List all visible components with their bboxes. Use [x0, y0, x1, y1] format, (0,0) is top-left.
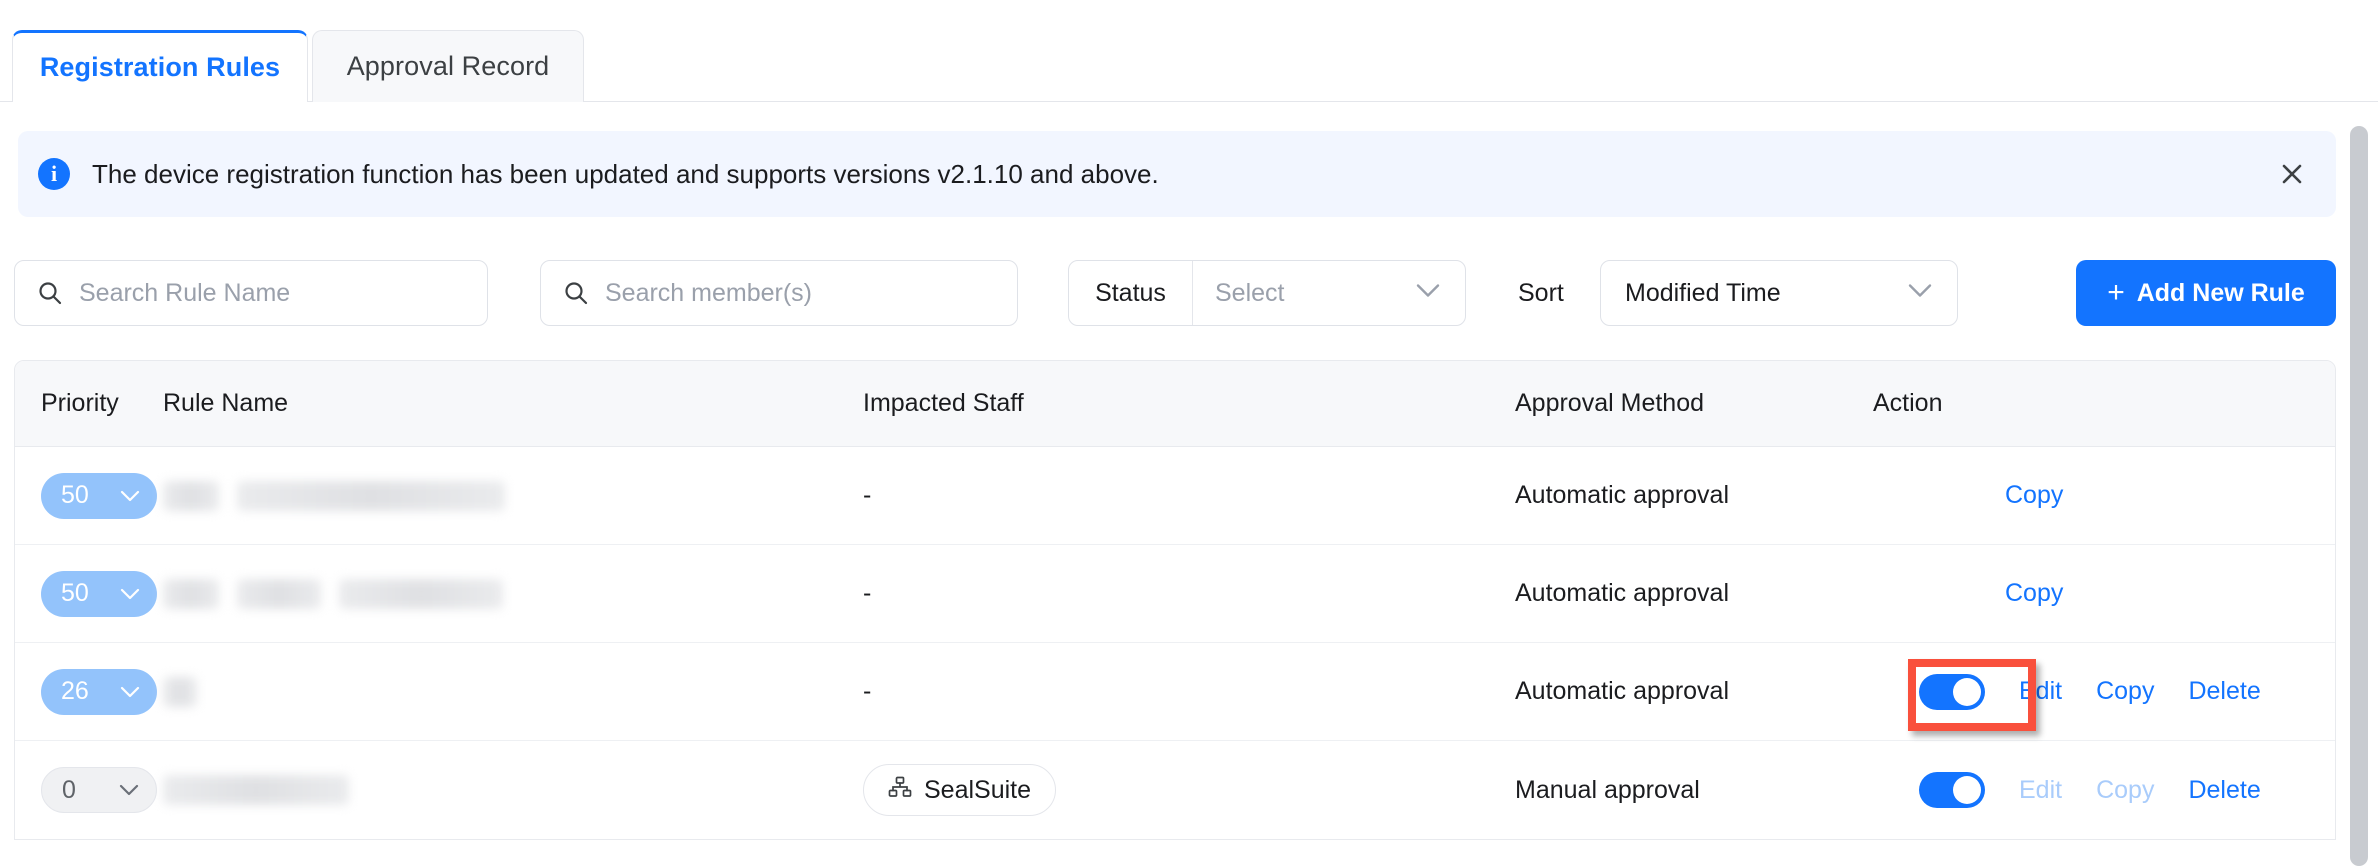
priority-badge[interactable]: 0: [41, 767, 157, 813]
search-member-input[interactable]: Search member(s): [540, 260, 1018, 326]
sort-select[interactable]: Modified Time: [1600, 260, 1958, 326]
rule-name-cell: [163, 676, 863, 707]
rule-name-cell: [163, 480, 863, 511]
rule-name-cell: [163, 775, 863, 805]
impacted-staff-cell: -: [863, 481, 872, 509]
approval-method-cell: Automatic approval: [1515, 677, 1730, 705]
sort-label: Sort: [1518, 278, 1564, 307]
search-rule-name-placeholder: Search Rule Name: [79, 278, 291, 307]
impacted-staff-cell: SealSuite: [863, 764, 1515, 816]
table-row: 26 - Automatic approval Edit Copy Delete: [15, 643, 2335, 741]
rule-name-redacted: [163, 480, 863, 511]
table-row: 0 SealSuite Manual approval Edit Copy De…: [15, 741, 2335, 839]
approval-method-cell: Automatic approval: [1515, 481, 1730, 509]
search-icon: [37, 280, 63, 306]
tab-registration-rules[interactable]: Registration Rules: [12, 30, 308, 102]
priority-value: 26: [61, 677, 89, 705]
tab-approval-record[interactable]: Approval Record: [312, 30, 584, 102]
copy-link: Copy: [2096, 775, 2155, 804]
delete-link[interactable]: Delete: [2188, 677, 2260, 706]
status-filter-select[interactable]: Status Select: [1068, 260, 1466, 326]
plus-icon: +: [2107, 276, 2125, 309]
add-new-rule-label: Add New Rule: [2136, 278, 2305, 307]
priority-cell: 0: [15, 767, 163, 813]
status-toggle[interactable]: [1919, 772, 1985, 808]
search-rule-name-input[interactable]: Search Rule Name: [14, 260, 488, 326]
column-header-rule-name: Rule Name: [163, 389, 289, 417]
column-header-priority: Priority: [41, 389, 119, 417]
impacted-staff-tag-label: SealSuite: [924, 775, 1032, 804]
delete-link[interactable]: Delete: [2188, 776, 2260, 805]
priority-value: 50: [61, 579, 89, 607]
sort-value: Modified Time: [1625, 278, 1781, 307]
tab-registration-rules-label: Registration Rules: [39, 52, 281, 82]
chevron-down-icon: [120, 490, 140, 501]
chevron-down-icon: [1415, 283, 1441, 304]
rules-table: Priority Rule Name Impacted Staff Approv…: [14, 360, 2336, 840]
impacted-staff-tag[interactable]: SealSuite: [863, 764, 1057, 816]
edit-link[interactable]: Edit: [2019, 677, 2062, 706]
add-new-rule-button[interactable]: + Add New Rule: [2076, 260, 2336, 326]
close-icon[interactable]: [2274, 156, 2310, 192]
edit-link: Edit: [2019, 775, 2063, 804]
action-cell: Edit Copy Delete: [1873, 673, 2335, 710]
filter-toolbar: Search Rule Name Search member(s) Status…: [0, 260, 2378, 330]
rule-name-cell: [163, 578, 863, 609]
rule-name-redacted: [163, 775, 863, 805]
priority-value: 50: [61, 481, 89, 509]
tab-bar: Registration Rules Approval Record: [0, 0, 2378, 102]
impacted-staff-cell: -: [863, 579, 872, 607]
table-row: 50 - Automatic approval Copy: [15, 447, 2335, 545]
priority-badge[interactable]: 50: [41, 570, 157, 617]
page-root: Registration Rules Approval Record i The…: [0, 0, 2378, 866]
status-filter-label: Status: [1069, 261, 1193, 325]
table-row: 50 - Automatic approval Copy: [15, 545, 2335, 643]
status-toggle[interactable]: [1919, 673, 1985, 710]
copy-link[interactable]: Copy: [2096, 677, 2154, 706]
tab-approval-record-label: Approval Record: [346, 51, 550, 81]
column-header-impacted-staff: Impacted Staff: [863, 389, 1024, 417]
approval-method-cell: Automatic approval: [1515, 579, 1730, 607]
chevron-down-icon: [119, 784, 139, 796]
action-cell: Copy: [1873, 579, 2335, 608]
search-member-placeholder: Search member(s): [605, 278, 812, 307]
table-header-row: Priority Rule Name Impacted Staff Approv…: [15, 361, 2335, 447]
status-filter-value: Select: [1215, 278, 1285, 307]
vertical-scrollbar[interactable]: [2350, 126, 2368, 866]
info-icon: i: [38, 158, 70, 190]
priority-value: 0: [62, 775, 76, 804]
info-banner: i The device registration function has b…: [18, 131, 2336, 217]
copy-link[interactable]: Copy: [2005, 579, 2063, 608]
rule-name-redacted: [163, 578, 863, 609]
action-cell: Edit Copy Delete: [1873, 772, 2335, 808]
impacted-staff-cell: -: [863, 677, 872, 705]
copy-link[interactable]: Copy: [2005, 481, 2063, 510]
column-header-action: Action: [1873, 389, 1943, 417]
chevron-down-icon: [1907, 283, 1933, 304]
priority-badge[interactable]: 26: [41, 668, 157, 715]
priority-badge[interactable]: 50: [41, 472, 157, 519]
column-header-approval-method: Approval Method: [1515, 389, 1705, 417]
rule-name-redacted: [163, 676, 863, 707]
chevron-down-icon: [120, 686, 140, 697]
chevron-down-icon: [120, 588, 140, 599]
priority-cell: 50: [15, 472, 163, 519]
priority-cell: 26: [15, 668, 163, 715]
info-banner-message: The device registration function has bee…: [92, 158, 1159, 189]
approval-method-cell: Manual approval: [1515, 775, 1700, 804]
org-chart-icon: [888, 775, 912, 806]
action-cell: Copy: [1873, 481, 2335, 510]
search-icon: [563, 280, 589, 306]
priority-cell: 50: [15, 570, 163, 617]
